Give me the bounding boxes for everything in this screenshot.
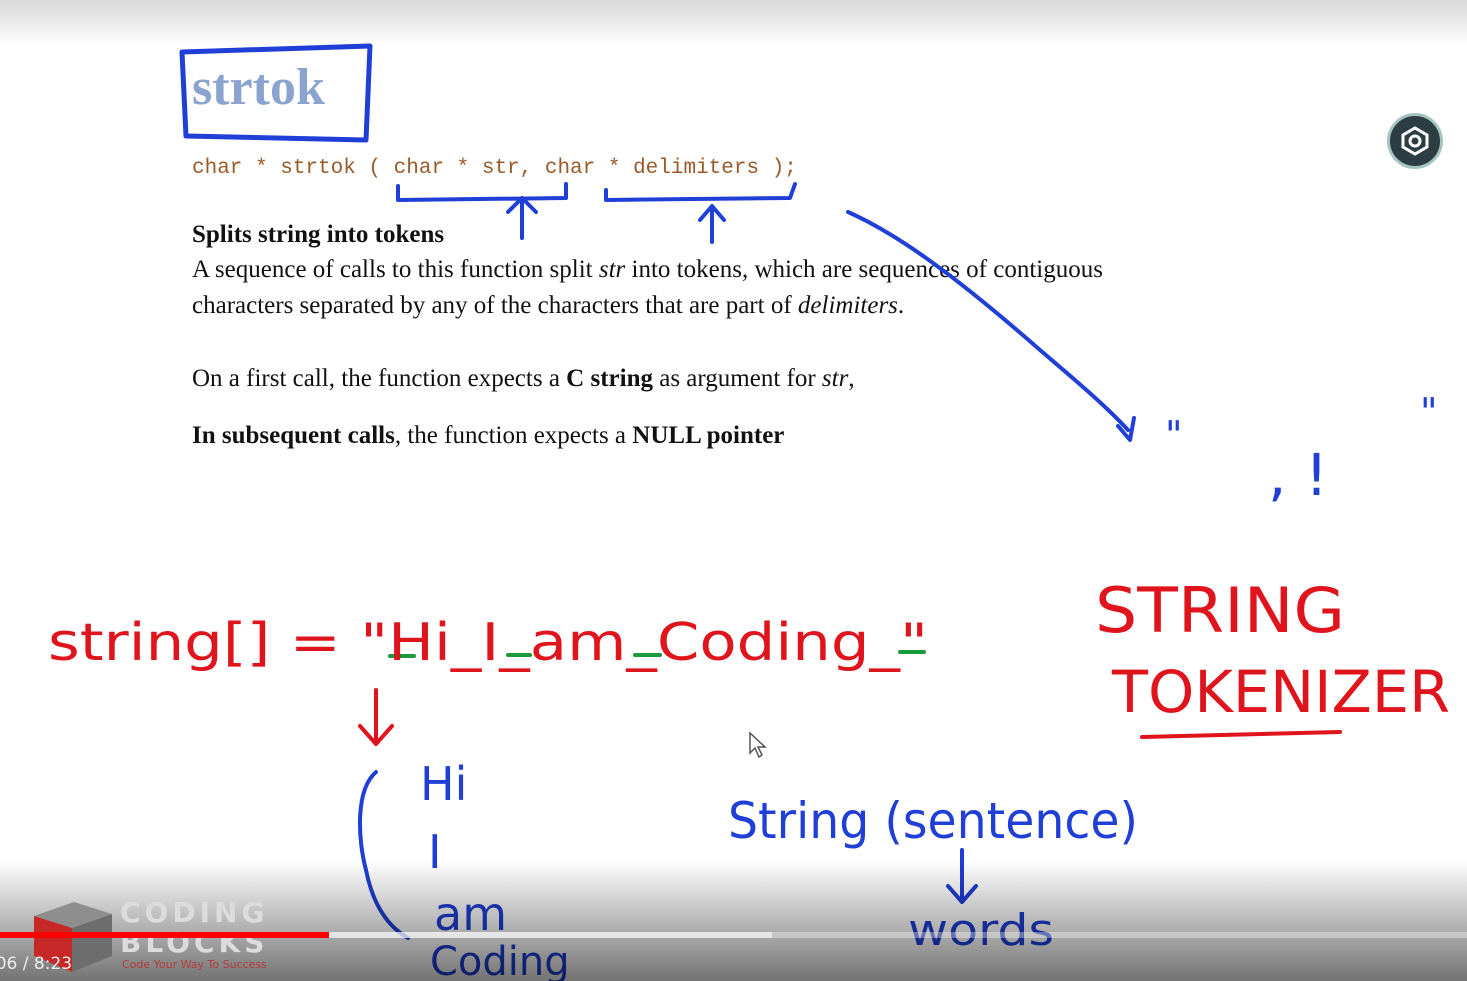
c-string: C string: [566, 365, 653, 392]
text-run: into tokens, which are sequences of cont…: [625, 256, 1103, 283]
heading-text: Splits string into tokens: [192, 221, 445, 248]
string-declaration: string[] = "Hi_I_am_Coding_": [48, 613, 928, 673]
words-note: words: [908, 905, 1054, 956]
paragraph-line-2: characters separated by any of the chara…: [192, 288, 904, 324]
paragraph-subsequent-calls: In subsequent calls, the function expect…: [192, 418, 784, 454]
current-time: :06: [0, 954, 18, 974]
mouse-cursor-icon: [749, 731, 767, 759]
delimiters-bracket: [604, 182, 797, 202]
token-item: Hi: [420, 757, 467, 811]
text-run: characters separated by any of the chara…: [192, 292, 798, 319]
video-progress-bar[interactable]: [0, 932, 1467, 938]
progress-played: [0, 932, 329, 938]
token-item: Coding: [430, 939, 570, 981]
delimiters-arrow: [698, 204, 726, 244]
param-delimiters: delimiters: [797, 292, 898, 319]
str-arrow: [506, 196, 538, 240]
text-run: A sequence of calls to this function spl…: [192, 256, 599, 283]
paragraph-first-call: On a first call, the function expects a …: [192, 361, 855, 397]
null-pointer: NULL pointer: [632, 422, 785, 449]
token-item: I: [428, 825, 442, 879]
delimiter-close-quote: ": [1420, 390, 1437, 434]
hexagon-settings-icon: [1401, 126, 1429, 156]
text-run: ,: [848, 365, 855, 392]
page-title: strtok: [192, 59, 325, 116]
delimiter-open-quote: ": [1165, 413, 1182, 457]
video-frame[interactable]: strtok char * strtok ( char * str, char …: [0, 0, 1467, 981]
text-run: , the function expects a: [394, 422, 633, 449]
pointer-arrowhead: [1116, 416, 1136, 442]
tokens-brace: [357, 770, 410, 940]
total-duration: 8:23: [33, 954, 73, 974]
time-readout: :06 / 8:23: [0, 954, 72, 974]
time-separator: /: [17, 954, 34, 974]
split-arrow: [358, 688, 394, 746]
tokenizer-underline: [1140, 730, 1342, 739]
sentence-arrow: [946, 848, 978, 904]
tokenizer-title-line1: STRING: [1095, 574, 1345, 647]
top-gradient: [0, 0, 1467, 46]
text-run: as argument for: [652, 365, 822, 392]
text-run: On a first call, the function expects a: [192, 365, 567, 392]
logo-tagline: Code Your Way To Success: [122, 958, 267, 971]
tokenizer-title-line2: TOKENIZER: [1111, 658, 1450, 726]
function-signature: char * strtok ( char * str, char * delim…: [192, 157, 797, 180]
subsequent-calls: In subsequent calls: [192, 422, 395, 449]
description-heading: Splits string into tokens: [192, 217, 444, 253]
delimiter-chars: , !: [1268, 441, 1328, 509]
str-bracket: [396, 182, 568, 202]
text-run: .: [897, 292, 905, 319]
logo-word-coding: CODING: [120, 896, 269, 929]
paragraph-line-1: A sequence of calls to this function spl…: [192, 252, 1103, 288]
sentence-note: String (sentence): [728, 792, 1138, 850]
param-str: str: [821, 365, 849, 392]
param-str: str: [598, 256, 626, 283]
overlay-settings-button[interactable]: [1387, 113, 1443, 169]
ink-annotations: " , ! " string[] = "Hi_I_am_Coding_" STR…: [48, 43, 1450, 981]
